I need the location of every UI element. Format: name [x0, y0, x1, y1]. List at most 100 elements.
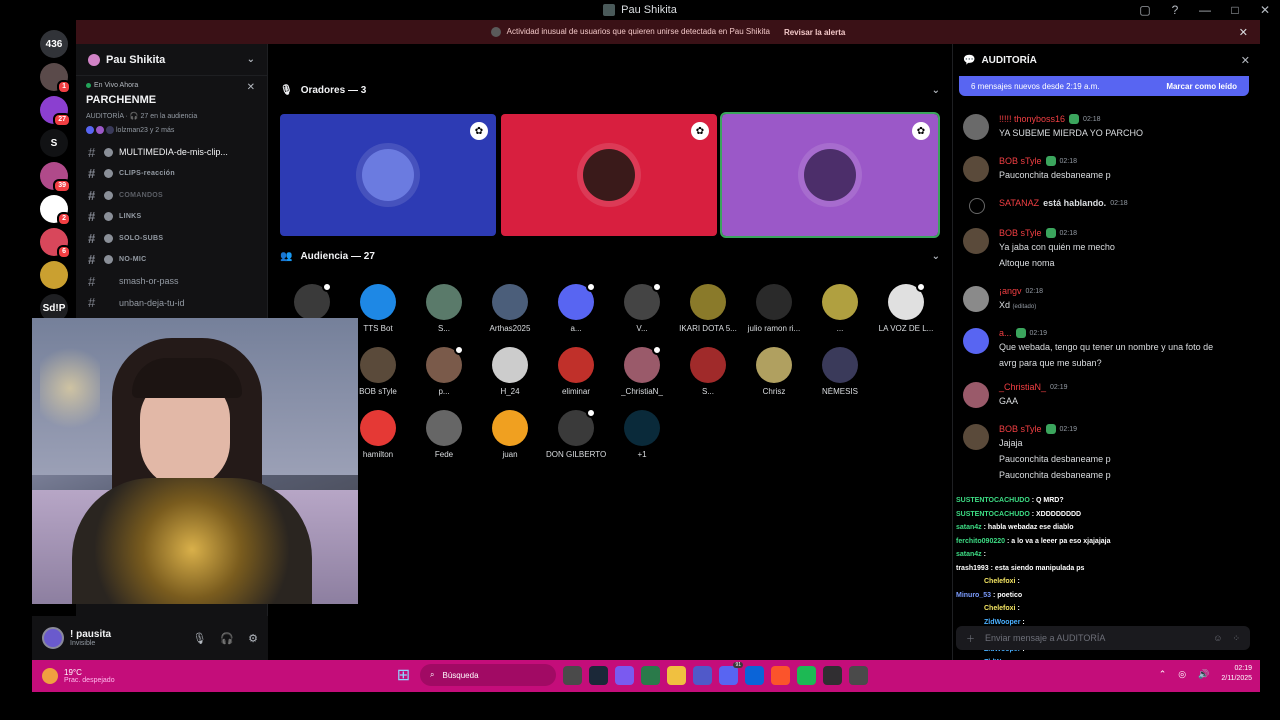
- author-name[interactable]: !!!!! thonyboss16: [999, 114, 1065, 124]
- avatar[interactable]: [963, 228, 989, 254]
- channel-item[interactable]: # CLIPS-reacción: [88, 166, 258, 182]
- message-composer[interactable]: ＋ Enviar mensaje a AUDITORÍA ☺ ⁘: [956, 626, 1250, 650]
- new-messages-banner[interactable]: 6 mensajes nuevos desde 2:19 a.m. Marcar…: [959, 76, 1249, 96]
- windows-start-icon[interactable]: ⊞: [394, 666, 413, 685]
- audience-member[interactable]: NÉMESIS: [810, 347, 870, 396]
- audience-member[interactable]: _ChristiaN_: [612, 345, 672, 396]
- author-name[interactable]: ¡angv: [999, 286, 1022, 296]
- avatar[interactable]: [963, 328, 989, 354]
- channel-item[interactable]: # smash-or-pass: [88, 273, 258, 289]
- chrome-icon[interactable]: [849, 665, 868, 685]
- taskbar-search[interactable]: ⌕ Búsqueda: [420, 664, 556, 686]
- minimize-button[interactable]: —: [1190, 3, 1220, 17]
- speaker-tile[interactable]: ✿: [280, 114, 496, 236]
- apps-icon[interactable]: ⁘: [1232, 633, 1240, 644]
- server-icon[interactable]: 39: [40, 162, 71, 193]
- server-icon[interactable]: 436: [40, 30, 68, 58]
- audience-member[interactable]: H_24: [480, 347, 540, 396]
- speaker-tile[interactable]: ✿: [501, 114, 717, 236]
- audience-member[interactable]: V...: [612, 282, 672, 333]
- server-icon[interactable]: 6: [40, 228, 71, 259]
- speakers-header[interactable]: 🎙 Oradores — 3 ⌄: [280, 82, 940, 98]
- avatar[interactable]: [963, 114, 989, 140]
- copilot-icon[interactable]: [615, 665, 634, 685]
- audience-member[interactable]: Chrisz: [744, 347, 804, 396]
- author-name[interactable]: SATANAZ: [999, 198, 1039, 208]
- audience-member[interactable]: Fede: [414, 410, 474, 459]
- obs-icon[interactable]: [823, 665, 842, 685]
- audience-member[interactable]: DON GILBERTO: [546, 408, 606, 459]
- audience-member[interactable]: S...: [414, 284, 474, 333]
- file-explorer-icon[interactable]: [563, 665, 582, 685]
- close-button[interactable]: ✕: [1250, 3, 1280, 17]
- close-icon[interactable]: ✕: [247, 82, 255, 93]
- folder-icon[interactable]: [667, 665, 686, 685]
- audience-member[interactable]: LA VOZ DE L...: [876, 282, 936, 333]
- author-name[interactable]: a...: [999, 328, 1012, 338]
- audience-member[interactable]: Arthas2025: [480, 284, 540, 333]
- audience-member[interactable]: eliminar: [546, 347, 606, 396]
- close-chat-icon[interactable]: ✕: [1241, 54, 1250, 67]
- maximize-button[interactable]: □: [1220, 3, 1250, 17]
- taskbar-clock[interactable]: 02:19 2/11/2025: [1221, 664, 1252, 684]
- microphone-icon[interactable]: 🎙: [192, 632, 206, 645]
- avatar[interactable]: [963, 382, 989, 408]
- add-attachment-icon[interactable]: ＋: [966, 632, 975, 645]
- audience-header[interactable]: 👥 Audiencia — 27 ⌄: [280, 248, 940, 264]
- audience-member[interactable]: julio ramon ri...: [744, 284, 804, 333]
- channel-item[interactable]: # SOLO-SUBS: [88, 230, 258, 246]
- emoji-icon[interactable]: ☺: [1213, 633, 1222, 644]
- discord-icon[interactable]: 91: [719, 661, 743, 685]
- speaker-tile[interactable]: ✿: [720, 112, 940, 238]
- outlook-icon[interactable]: [745, 665, 764, 685]
- server-icon[interactable]: 1: [40, 63, 71, 94]
- audience-member[interactable]: IKARI DOTA 5...: [678, 284, 738, 333]
- review-alert-link[interactable]: Revisar la alerta: [784, 28, 845, 37]
- weather-widget[interactable]: 19°C Prac. despejado: [32, 668, 232, 684]
- avatar[interactable]: [963, 286, 989, 312]
- author-name[interactable]: BOB sTyle: [999, 156, 1042, 166]
- close-alert-icon[interactable]: ✕: [1239, 26, 1248, 39]
- audience-member[interactable]: +1: [612, 410, 672, 459]
- channel-item[interactable]: # LINKS: [88, 209, 258, 225]
- teams-icon[interactable]: [693, 665, 712, 685]
- steam-icon[interactable]: [589, 665, 608, 685]
- author-name[interactable]: BOB sTyle: [999, 228, 1042, 238]
- audience-member[interactable]: p...: [414, 345, 474, 396]
- author-name[interactable]: _ChristiaN_: [999, 382, 1046, 392]
- author-name[interactable]: BOB sTyle: [999, 424, 1042, 434]
- headphones-icon[interactable]: 🎧: [220, 632, 234, 645]
- avatar[interactable]: [963, 424, 989, 450]
- gear-icon[interactable]: ⚙: [248, 632, 258, 645]
- volume-icon[interactable]: 🔊: [1198, 669, 1209, 680]
- brave-icon[interactable]: [771, 665, 790, 685]
- avatar[interactable]: [42, 627, 64, 649]
- help-icon[interactable]: ?: [1160, 3, 1190, 17]
- spotify-icon[interactable]: [797, 665, 816, 685]
- avatar[interactable]: [969, 198, 985, 214]
- inbox-icon[interactable]: ▢: [1130, 3, 1160, 17]
- chevron-down-icon[interactable]: ⌄: [247, 54, 255, 65]
- channel-item[interactable]: # NO-MIC: [88, 252, 258, 268]
- live-stage-card[interactable]: En Vivo Ahora PARCHENME AUDITORÍA · 🎧 27…: [76, 76, 267, 140]
- message-input[interactable]: Enviar mensaje a AUDITORÍA: [985, 633, 1105, 643]
- server-icon[interactable]: 2: [40, 195, 71, 226]
- audience-member[interactable]: juan: [480, 410, 540, 459]
- user-info[interactable]: ! pausita Invisible: [70, 629, 111, 647]
- audience-member[interactable]: ...: [810, 284, 870, 333]
- audience-member[interactable]: S...: [678, 347, 738, 396]
- chevron-down-icon[interactable]: ⌄: [932, 251, 940, 262]
- channel-item[interactable]: # COMANDOS: [88, 187, 258, 203]
- chevron-down-icon[interactable]: ⌄: [932, 85, 940, 96]
- server-icon[interactable]: [40, 261, 68, 289]
- audience-member[interactable]: a...: [546, 282, 606, 333]
- server-header[interactable]: Pau Shikita ⌄: [76, 44, 267, 76]
- chevron-up-icon[interactable]: ⌃: [1159, 669, 1167, 680]
- server-icon[interactable]: S: [40, 129, 68, 157]
- notepad-icon[interactable]: [641, 665, 660, 685]
- channel-item[interactable]: # MULTIMEDIA-de-mis-clip...: [88, 144, 258, 160]
- mark-read-button[interactable]: Marcar como leído: [1166, 82, 1237, 91]
- network-icon[interactable]: ◎: [1178, 669, 1186, 680]
- avatar[interactable]: [963, 156, 989, 182]
- server-icon[interactable]: 27: [40, 96, 71, 127]
